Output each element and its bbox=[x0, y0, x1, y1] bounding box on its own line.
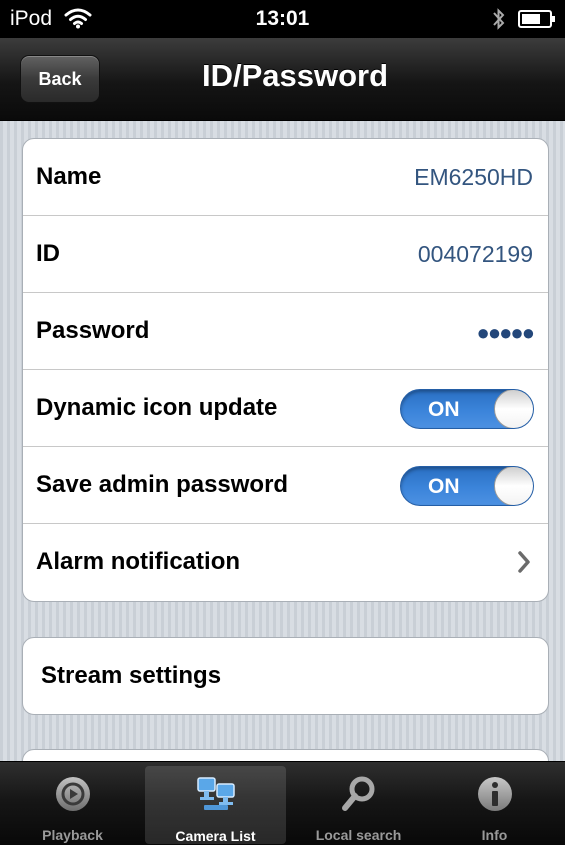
name-value: EM6250HD bbox=[414, 164, 533, 190]
save-admin-password-row: Save admin password ON bbox=[23, 447, 548, 524]
phone-screen: iPod 13:01 Back ID/Password Name EM6250H… bbox=[0, 0, 565, 845]
save-admin-password-toggle[interactable]: ON bbox=[400, 466, 534, 506]
alarm-notification-label: Alarm notification bbox=[36, 548, 241, 575]
alarm-notification-row[interactable]: Alarm notification bbox=[23, 524, 548, 601]
camera-settings-group: Name EM6250HD ID 004072199 Password ●●●●… bbox=[22, 138, 549, 602]
name-label: Name bbox=[36, 163, 102, 190]
battery-icon bbox=[518, 10, 555, 28]
page-title: ID/Password bbox=[201, 58, 389, 93]
tab-local-search[interactable]: Local search bbox=[288, 762, 429, 845]
id-row[interactable]: ID 004072199 bbox=[23, 216, 548, 293]
toggle-state-text: ON bbox=[428, 398, 460, 421]
tab-label: Playback bbox=[42, 827, 103, 843]
name-row[interactable]: Name EM6250HD bbox=[23, 139, 548, 216]
tab-info[interactable]: Info bbox=[424, 762, 565, 845]
stream-settings-group: Stream settings bbox=[22, 637, 549, 715]
toggle-knob bbox=[494, 467, 533, 505]
dynamic-icon-update-toggle[interactable]: ON bbox=[400, 389, 534, 429]
tab-label: Camera List bbox=[175, 828, 256, 844]
stream-settings-label: Stream settings bbox=[41, 662, 222, 689]
dynamic-icon-update-row: Dynamic icon update ON bbox=[23, 370, 548, 447]
stream-settings-row[interactable]: Stream settings bbox=[23, 638, 548, 714]
toggle-knob bbox=[494, 390, 533, 428]
bluetooth-icon bbox=[493, 8, 505, 30]
tab-camera-list[interactable]: Camera List bbox=[145, 766, 286, 844]
status-time: 13:01 bbox=[255, 7, 310, 30]
next-settings-group bbox=[22, 749, 549, 761]
navigation-bar: Back ID/Password bbox=[0, 38, 565, 121]
id-value: 004072199 bbox=[417, 241, 533, 267]
dynamic-icon-update-label: Dynamic icon update bbox=[36, 394, 278, 421]
info-icon bbox=[477, 777, 512, 811]
settings-content[interactable]: Name EM6250HD ID 004072199 Password ●●●●… bbox=[0, 121, 565, 761]
tab-label: Info bbox=[481, 827, 508, 843]
search-icon bbox=[341, 776, 374, 811]
id-label: ID bbox=[36, 240, 60, 267]
password-label: Password bbox=[36, 317, 150, 344]
tab-playback[interactable]: Playback bbox=[2, 762, 143, 845]
playback-icon bbox=[55, 777, 90, 811]
toggle-state-text: ON bbox=[428, 475, 460, 498]
back-button[interactable]: Back bbox=[20, 55, 100, 103]
password-value: ●●●●● bbox=[476, 320, 535, 345]
tab-label: Local search bbox=[315, 827, 402, 843]
tab-bar: Playback Camera List Local search Info bbox=[0, 761, 565, 845]
camera-list-icon bbox=[196, 777, 235, 810]
save-admin-password-label: Save admin password bbox=[36, 471, 289, 498]
password-row[interactable]: Password ●●●●● bbox=[23, 293, 548, 370]
chevron-right-icon bbox=[518, 551, 530, 573]
status-bar: iPod 13:01 bbox=[0, 0, 565, 38]
